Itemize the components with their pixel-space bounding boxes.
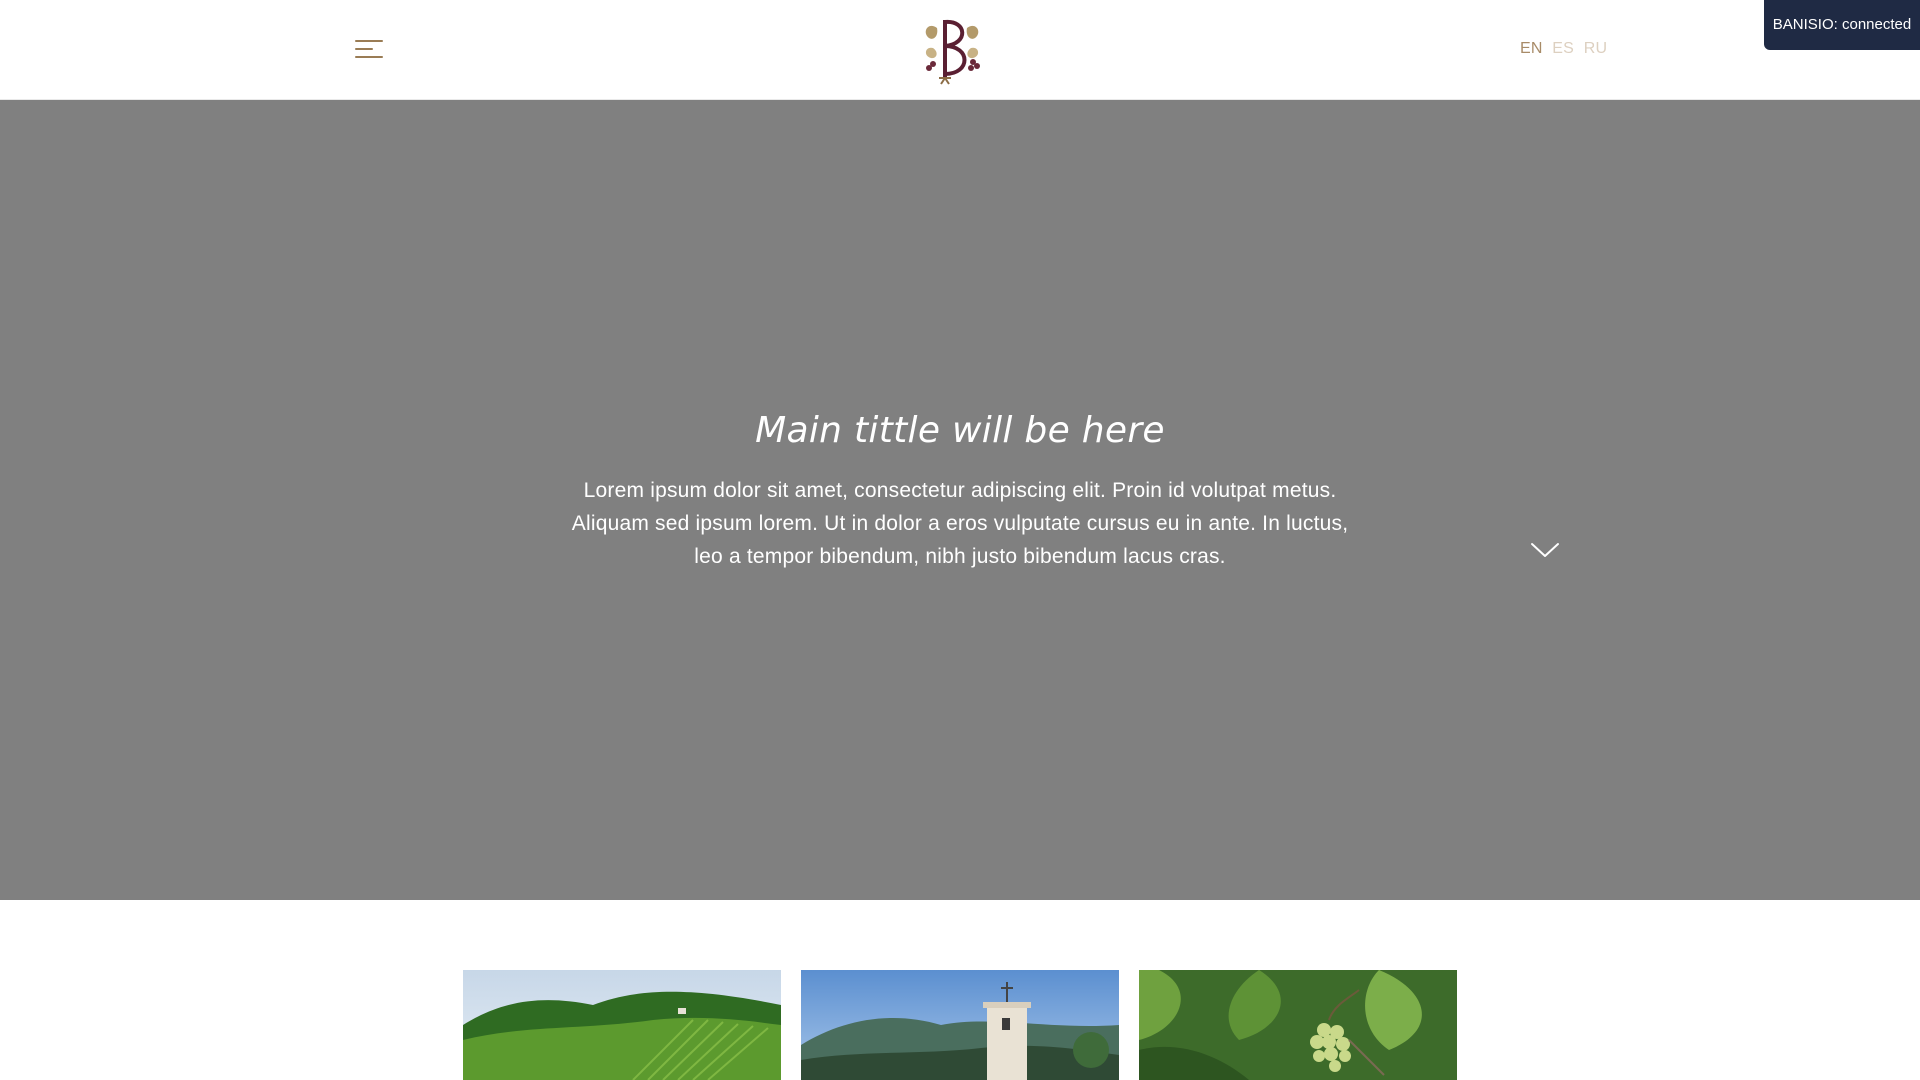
- lang-ru[interactable]: RU: [1584, 40, 1608, 57]
- menu-line: [355, 48, 373, 50]
- hero-description: Lorem ipsum dolor sit amet, consectetur …: [571, 479, 1349, 568]
- menu-line: [355, 56, 383, 58]
- grapes-vine-image[interactable]: [1139, 970, 1457, 1080]
- hero-title: Main tittle will be here: [755, 410, 1165, 451]
- lang-es[interactable]: ES: [1552, 40, 1574, 57]
- hero-section: Main tittle will be here Lorem ipsum dol…: [0, 100, 1920, 900]
- vineyard-monogram-logo[interactable]: [915, 12, 989, 86]
- vineyard-hills-image[interactable]: [463, 970, 781, 1080]
- image-gallery: [0, 900, 1920, 1080]
- chevron-down-icon[interactable]: [1530, 540, 1560, 560]
- language-switcher: EN ES RU: [1520, 40, 1607, 58]
- lang-en[interactable]: EN: [1520, 40, 1543, 57]
- site-header: EN ES RU: [0, 0, 1920, 100]
- winery-tower-image[interactable]: [801, 970, 1119, 1080]
- menu-line: [355, 40, 383, 42]
- hamburger-menu-icon[interactable]: [355, 38, 383, 60]
- status-badge: BANISIO: connected: [1764, 0, 1920, 50]
